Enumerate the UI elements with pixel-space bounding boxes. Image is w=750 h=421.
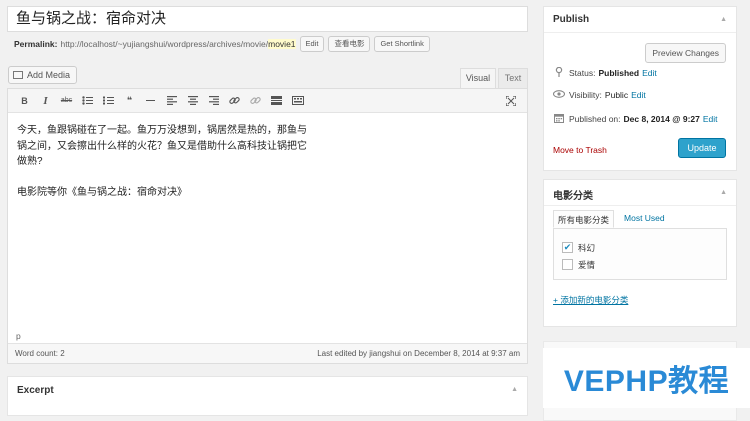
editor-content[interactable]: 今天，鱼跟锅碰在了一起。鱼万万没想到，锅居然是热的，那鱼与 锅之间，又会擦出什么…	[8, 113, 527, 211]
published-edit-link[interactable]: Edit	[703, 114, 718, 124]
post-editor: B I abc ❝ 今天，鱼跟锅碰在了一起。鱼万万没想到，锅居然是热的，那鱼与 …	[7, 88, 528, 364]
word-count: Word count: 2	[15, 349, 65, 358]
align-center-icon[interactable]	[182, 92, 203, 110]
align-left-icon[interactable]	[161, 92, 182, 110]
content-line: 今天，鱼跟锅碰在了一起。鱼万万没想到，锅居然是热的，那鱼与	[17, 125, 307, 136]
category-title-label: 电影分类	[553, 191, 593, 202]
content-line: 锅之间，又会擦出什么样的火花？鱼又是借助什么高科技让锅把它	[17, 140, 307, 152]
visibility-label: Visibility:	[569, 90, 602, 100]
tab-all-categories[interactable]: 所有电影分类	[553, 210, 615, 228]
blockquote-button[interactable]: ❝	[119, 92, 140, 110]
content-line: 做熟?	[17, 156, 43, 167]
status-row: Status: Published Edit	[553, 66, 657, 79]
editor-toolbar: B I abc ❝	[8, 89, 527, 113]
visibility-value: Public	[604, 90, 629, 100]
collapse-caret-icon[interactable]: ▲	[720, 16, 727, 23]
strikethrough-label: abc	[60, 97, 73, 104]
remove-link-icon[interactable]	[245, 92, 266, 110]
category-label: 科幻	[578, 242, 596, 253]
permalink-label: Permalink:	[14, 39, 58, 49]
add-media-button[interactable]: Add Media	[8, 66, 77, 84]
calendar-icon	[553, 113, 565, 125]
insert-link-icon[interactable]	[224, 92, 245, 110]
permalink-base-url[interactable]: http://localhost/~yujiangshui/wordpress/…	[60, 39, 268, 49]
tab-most-used[interactable]: Most Used	[620, 210, 669, 228]
status-label: Status:	[569, 68, 596, 78]
status-value: Published	[598, 68, 640, 78]
watermark-logo: VEPHP教程	[543, 348, 750, 408]
permalink-row: Permalink: http://localhost/~yujiangshui…	[14, 36, 430, 52]
media-icon	[13, 71, 23, 79]
move-to-trash-link[interactable]: Move to Trash	[553, 145, 607, 155]
excerpt-title[interactable]: Excerpt	[8, 377, 527, 404]
read-more-icon[interactable]	[266, 92, 287, 110]
element-path: p	[16, 331, 21, 341]
last-edited-info: Last edited by jiangshui on December 8, …	[317, 349, 520, 358]
permalink-edit-button[interactable]: Edit	[299, 36, 325, 52]
category-item[interactable]: 爱情	[562, 256, 718, 273]
pin-icon	[553, 66, 565, 79]
publish-title-label: Publish	[553, 14, 590, 25]
collapse-caret-icon[interactable]: ▲	[720, 189, 727, 196]
published-value: Dec 8, 2014 @ 9:27	[623, 114, 700, 124]
category-tabs: 所有电影分类 Most Used	[553, 210, 669, 228]
view-movie-button[interactable]: 查看电影	[328, 36, 371, 52]
publish-box-title[interactable]: Publish ▲	[544, 7, 736, 33]
horizontal-line-icon[interactable]	[140, 92, 161, 110]
status-edit-link[interactable]: Edit	[642, 68, 657, 78]
eye-icon	[552, 90, 566, 100]
published-date-row: Published on: Dec 8, 2014 @ 9:27 Edit	[553, 113, 718, 125]
permalink-slug[interactable]: movie1	[268, 39, 296, 49]
tab-text[interactable]: Text	[498, 68, 528, 88]
category-label: 爱情	[578, 259, 596, 270]
update-button[interactable]: Update	[678, 138, 726, 158]
category-box-title[interactable]: 电影分类 ▲	[544, 180, 736, 206]
preview-changes-button[interactable]: Preview Changes	[645, 43, 726, 63]
visibility-row: Visibility: Public Edit	[552, 90, 646, 100]
align-right-icon[interactable]	[203, 92, 224, 110]
italic-button[interactable]: I	[35, 92, 56, 110]
category-checklist: ✔ 科幻 爱情	[553, 228, 727, 280]
checkbox-checked[interactable]: ✔	[562, 242, 573, 253]
toolbar-toggle-icon[interactable]	[287, 92, 308, 110]
movie-category-box: 电影分类 ▲ 所有电影分类 Most Used ✔ 科幻 爱情 + 添加新的电影…	[543, 179, 737, 327]
publish-box: Publish ▲ Preview Changes Status: Publis…	[543, 6, 737, 171]
published-label: Published on:	[569, 114, 621, 124]
post-title-input[interactable]: 鱼与锅之战：宿命对决	[7, 6, 528, 32]
editor-status-bar: Word count: 2 Last edited by jiangshui o…	[8, 343, 527, 363]
add-new-category-link[interactable]: + 添加新的电影分类	[553, 294, 628, 306]
excerpt-box: Excerpt ▲	[7, 376, 528, 416]
tab-visual[interactable]: Visual	[460, 68, 496, 88]
category-item[interactable]: ✔ 科幻	[562, 239, 718, 256]
visibility-edit-link[interactable]: Edit	[631, 90, 646, 100]
content-line: 电影院等你《鱼与锅之战：宿命对决》	[17, 187, 187, 198]
fullscreen-icon[interactable]	[500, 92, 521, 110]
bold-button[interactable]: B	[14, 92, 35, 110]
get-shortlink-button[interactable]: Get Shortlink	[374, 36, 430, 52]
numbered-list-icon[interactable]	[98, 92, 119, 110]
checkbox-unchecked[interactable]	[562, 259, 573, 270]
collapse-caret-icon[interactable]: ▲	[511, 386, 518, 393]
strikethrough-button[interactable]: abc	[56, 92, 77, 110]
bullet-list-icon[interactable]	[77, 92, 98, 110]
add-media-label: Add Media	[27, 70, 71, 80]
